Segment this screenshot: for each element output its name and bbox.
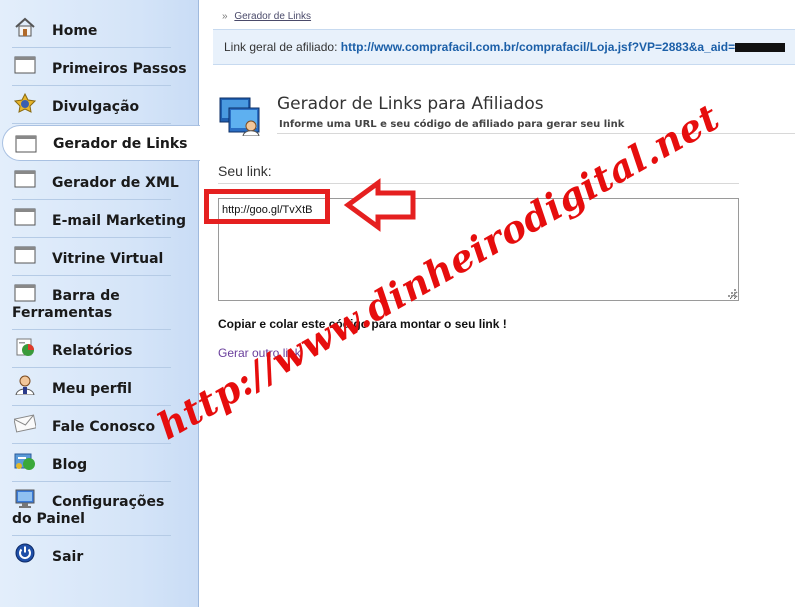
page-title: Gerador de Links para Afiliados <box>277 94 544 114</box>
window-icon <box>14 169 36 189</box>
sidebar-item-fale-conosco[interactable]: Fale Conosco <box>0 413 199 444</box>
divider <box>12 123 171 124</box>
sidebar-item-vitrine-virtual[interactable]: Vitrine Virtual <box>0 245 199 276</box>
sidebar-item-label: Configurações do Painel <box>12 494 165 527</box>
divider <box>12 275 171 276</box>
main-content: » Gerador de Links Link geral de afiliad… <box>200 0 795 607</box>
link-field-label: Seu link: <box>218 163 272 179</box>
affiliate-url[interactable]: http://www.comprafacil.com.br/comprafaci… <box>341 40 735 54</box>
link-generator-icon <box>219 96 263 137</box>
house-icon <box>14 17 36 37</box>
star-badge-icon <box>13 92 37 113</box>
window-icon <box>15 134 37 154</box>
sidebar-item-home[interactable]: Home <box>0 17 199 48</box>
divider <box>12 481 171 482</box>
resize-grip-icon[interactable] <box>725 287 737 299</box>
sidebar-item-label: Primeiros Passos <box>52 61 187 77</box>
divider <box>12 237 171 238</box>
sidebar-item-label: Fale Conosco <box>52 419 156 435</box>
divider <box>218 183 739 184</box>
sidebar-item-label: Divulgação <box>52 99 140 115</box>
sidebar-item-label: Vitrine Virtual <box>52 251 164 267</box>
highlight-box <box>204 189 330 224</box>
sidebar-item-label: Meu perfil <box>52 381 132 397</box>
divider <box>12 367 171 368</box>
power-icon <box>14 543 36 563</box>
sidebar-item-sair[interactable]: Sair <box>0 543 199 574</box>
divider <box>277 133 795 134</box>
sidebar-item-configuracoes-do-painel[interactable]: Configurações do Painel <box>0 489 199 536</box>
sidebar-item-email-marketing[interactable]: E-mail Marketing <box>0 207 199 238</box>
divider <box>12 443 171 444</box>
divider <box>12 405 171 406</box>
sidebar-item-label: Gerador de XML <box>52 175 179 191</box>
divider <box>12 199 171 200</box>
redaction-bar <box>735 43 786 53</box>
sidebar-item-divulgacao[interactable]: Divulgação <box>0 92 199 124</box>
sidebar-item-meu-perfil[interactable]: Meu perfil <box>0 375 199 406</box>
affiliate-link-bar: Link geral de afiliado: http://www.compr… <box>213 29 795 65</box>
sidebar-item-primeiros-passos[interactable]: Primeiros Passos <box>0 55 199 86</box>
window-icon <box>14 245 36 265</box>
sidebar: Home Primeiros Passos Divulgação Gerador… <box>0 0 200 607</box>
sidebar-item-label: Gerador de Links <box>53 136 188 152</box>
sidebar-item-relatorios[interactable]: Relatórios <box>0 337 199 368</box>
sidebar-item-gerador-de-xml[interactable]: Gerador de XML <box>0 169 199 200</box>
breadcrumb-link[interactable]: Gerador de Links <box>234 11 311 22</box>
generate-another-link[interactable]: Gerar outro link <box>218 346 301 360</box>
divider <box>12 329 171 330</box>
divider <box>12 535 171 536</box>
breadcrumb-separator: » <box>222 11 228 22</box>
divider <box>12 85 171 86</box>
reports-icon <box>14 337 36 357</box>
copy-instructions: Copiar e colar este código para montar o… <box>218 317 507 331</box>
page-subtitle: Informe uma URL e seu código de afiliado… <box>279 119 625 130</box>
sidebar-item-barra-de-ferramentas[interactable]: Barra de Ferramentas <box>0 283 199 330</box>
sidebar-item-label: Blog <box>52 457 88 473</box>
sidebar-item-label: Sair <box>52 549 84 565</box>
sidebar-item-label: Barra de Ferramentas <box>12 288 120 321</box>
sidebar-item-label: E-mail Marketing <box>52 213 187 229</box>
sidebar-item-blog[interactable]: Blog <box>0 451 199 482</box>
sidebar-item-gerador-de-links[interactable]: Gerador de Links <box>2 125 200 161</box>
window-icon <box>14 207 36 227</box>
breadcrumb: » Gerador de Links <box>222 11 311 22</box>
user-icon <box>14 375 36 396</box>
blog-icon <box>14 451 36 471</box>
divider <box>12 47 171 48</box>
window-icon <box>14 55 36 75</box>
sidebar-item-label: Home <box>52 23 98 39</box>
sidebar-item-label: Relatórios <box>52 343 133 359</box>
envelope-icon <box>13 413 37 433</box>
affiliate-label: Link geral de afiliado: <box>224 40 338 54</box>
